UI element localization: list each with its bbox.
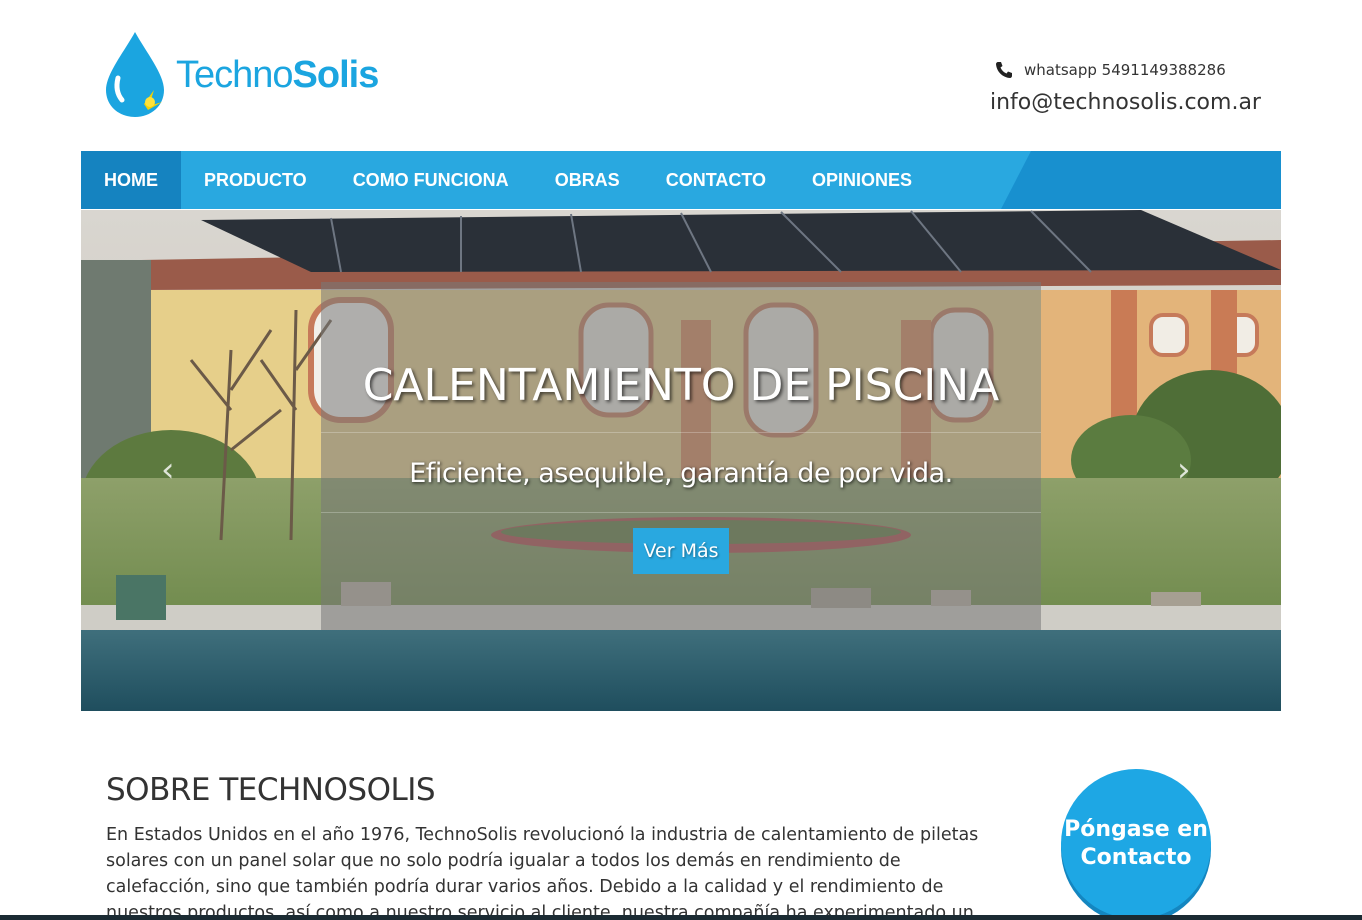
water-drop-logo-icon [106,32,164,117]
nav-item-contacto[interactable]: CONTACTO [643,151,789,209]
site-header: TechnoSolis whatsapp 5491149388286 info@… [0,0,1362,150]
caption-divider [321,432,1041,433]
carousel-next-icon[interactable]: › [1177,450,1191,490]
about-text: En Estados Unidos en el año 1976, Techno… [106,825,979,920]
nav-item-producto[interactable]: PRODUCTO [181,151,330,209]
carousel-prev-icon[interactable]: ‹ [161,450,175,490]
carousel-caption: CALENTAMIENTO DE PISCINA Eficiente, aseq… [321,282,1041,630]
phone-icon [996,62,1012,78]
nav-decoration [1001,151,1281,209]
ver-mas-button[interactable]: Ver Más [633,528,729,574]
nav-item-obras[interactable]: OBRAS [532,151,643,209]
caption-divider [321,512,1041,513]
main-nav: HOME PRODUCTO COMO FUNCIONA OBRAS CONTAC… [81,151,1281,209]
nav-item-como-funciona[interactable]: COMO FUNCIONA [330,151,532,209]
whatsapp-line[interactable]: whatsapp 5491149388286 [994,60,1270,80]
logo[interactable]: TechnoSolis [104,30,404,120]
nav-item-home[interactable]: HOME [81,151,181,209]
header-contact: whatsapp 5491149388286 info@technosolis.… [990,60,1270,115]
nav-item-opiniones[interactable]: OPINIONES [789,151,935,209]
hero-subtitle: Eficiente, asequible, garantía de por vi… [409,458,953,489]
whatsapp-number: whatsapp 5491149388286 [1024,61,1226,79]
hero-carousel: CALENTAMIENTO DE PISCINA Eficiente, aseq… [81,210,1281,711]
contact-cta-label: Póngase en Contacto [1064,817,1208,870]
contact-cta-button[interactable]: Póngase en Contacto [1061,769,1211,919]
hero-title: CALENTAMIENTO DE PISCINA [362,360,1000,411]
page-bottom-border [0,915,1362,920]
about-title: SOBRE TECHNOSOLIS [106,772,436,808]
logo-text: TechnoSolis [176,54,379,96]
nav-list: HOME PRODUCTO COMO FUNCIONA OBRAS CONTAC… [81,151,935,209]
email-link[interactable]: info@technosolis.com.ar [990,90,1270,115]
